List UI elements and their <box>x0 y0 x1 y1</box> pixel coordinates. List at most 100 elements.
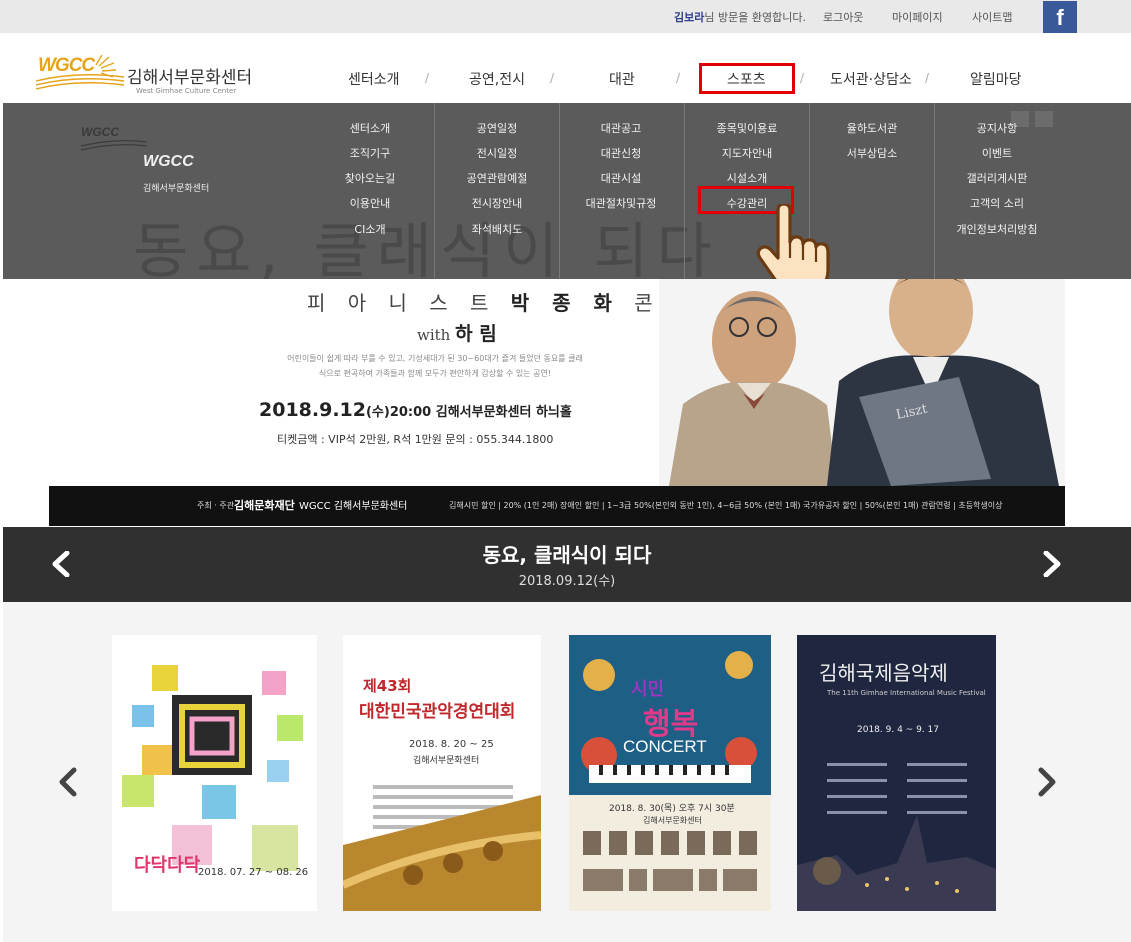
poster-2-edition: 제43회 <box>363 677 412 695</box>
nav-separator: / <box>925 71 930 85</box>
poster-1-title: 다닥다닥 <box>134 855 201 876</box>
facebook-icon[interactable]: f <box>1043 1 1077 33</box>
poster-3-title-c: CONCERT <box>623 737 707 756</box>
menu-item[interactable]: 조직기구 <box>350 145 390 161</box>
poster-music-festival[interactable]: 김해국제음악제 The 11th Gimhae International Mu… <box>797 635 996 911</box>
menu-item[interactable]: 대관신청 <box>601 145 641 161</box>
slider-next-square[interactable] <box>1035 111 1053 127</box>
sponsor-strip: 주최 · 주관 김해문화재단 WGCC 김해서부문화센터 김해시민 할인 | 2… <box>49 486 1065 526</box>
hero-date-time: (수)20:00 김해서부문화센터 하늬홀 <box>365 405 572 420</box>
menu-item[interactable]: 종목및이용료 <box>717 120 778 136</box>
menu-logo-mark: WGCC <box>143 153 194 170</box>
welcome-suffix: 님 방문을 환영합니다. <box>704 11 806 24</box>
hero-banner[interactable]: 피 아 니 스 트 박 종 화 콘 서 트 with 하 림 어린이들이 쉽게 … <box>49 279 1065 486</box>
menu-column-divider <box>434 103 435 279</box>
menu-item[interactable]: 시설소개 <box>727 170 767 186</box>
sitemap-link[interactable]: 사이트맵 <box>972 9 1012 25</box>
menu-logo-name: 김해서부문화센터 <box>143 184 210 194</box>
nav-separator: / <box>550 71 555 85</box>
menu-column-divider <box>559 103 560 279</box>
hero-title-prefix: 피 아 니 스 트 <box>307 291 511 315</box>
menu-item[interactable]: 대관공고 <box>601 120 641 136</box>
logo-mark: WGCC <box>38 55 95 76</box>
logout-link[interactable]: 로그아웃 <box>823 9 863 25</box>
sponsor-org-1: 김해문화재단 <box>234 499 295 512</box>
menu-logo-small-mark: WGCC <box>81 125 119 139</box>
menu-item[interactable]: 대관시설 <box>601 170 641 186</box>
menu-item[interactable]: 대관절차및규정 <box>586 195 657 211</box>
welcome-message: 김보라님 방문을 환영합니다. <box>674 9 806 25</box>
menu-item[interactable]: 센터소개 <box>350 120 390 136</box>
poster-wind-contest[interactable]: 제43회 대한민국관악경연대회 2018. 8. 20 ~ 25 김해서부문화센… <box>343 635 541 911</box>
menu-item[interactable]: 좌석배치도 <box>472 221 523 237</box>
chevron-left-icon[interactable] <box>57 767 79 797</box>
menu-item[interactable]: 이용안내 <box>350 195 390 211</box>
poster-2-title: 대한민국관악경연대회 <box>359 702 516 722</box>
poster-1-dates: 2018. 07. 27 ~ 08. 26 <box>198 867 309 878</box>
banner-caption-title: 동요, 클래식이 되다 <box>482 543 652 567</box>
chevron-right-icon[interactable] <box>1038 551 1064 577</box>
menu-item[interactable]: 찾아오는길 <box>345 170 396 186</box>
performers-photo: Liszt <box>659 279 1065 486</box>
nav-library[interactable]: 도서관·상담소 <box>830 69 912 89</box>
page: 김보라님 방문을 환영합니다. 로그아웃 마이페이지 사이트맵 f WGCC 김… <box>0 0 1131 942</box>
sponsor-discounts: 김해시민 할인 | 20% (1인 2매) 장애인 할인 | 1~3급 50%(… <box>449 501 1003 510</box>
nav-sports[interactable]: 스포츠 <box>727 69 766 89</box>
nav-center-intro[interactable]: 센터소개 <box>348 69 400 89</box>
poster-3-title-a: 시민 <box>631 679 665 700</box>
menu-column-divider <box>934 103 935 279</box>
poster-citizen-concert[interactable]: 시민 행복 CONCERT 2018. 8. 30(목) 오후 7시 30분 김… <box>569 635 771 911</box>
menu-logo-small: WGCC <box>80 125 148 151</box>
poster-3-dates: 2018. 8. 30(목) 오후 7시 30분 <box>609 804 735 814</box>
menu-item[interactable]: 고객의 소리 <box>970 195 1024 211</box>
menu-item[interactable]: 전시일정 <box>477 145 517 161</box>
nav-separator: / <box>800 71 805 85</box>
menu-item[interactable]: 전시장안내 <box>472 195 523 211</box>
menu-item[interactable]: CI소개 <box>354 221 385 237</box>
poster-gallery: 다닥다닥 2018. 07. 27 ~ 08. 26 제43회 대한민국관악경연… <box>3 602 1131 942</box>
hero-subtitle: with 하 림 <box>417 319 497 346</box>
logo-name: 김해서부문화센터 <box>127 68 253 88</box>
menu-item[interactable]: 지도자안내 <box>722 145 773 161</box>
sponsor-org-2: WGCC 김해서부문화센터 <box>299 501 408 512</box>
menu-item[interactable]: 이벤트 <box>982 145 1012 161</box>
poster-3-venue: 김해서부문화센터 <box>643 816 702 825</box>
hero-description: 어린이들이 쉽게 따라 부를 수 있고, 기성세대가 된 30~60대가 즐겨 … <box>287 354 583 378</box>
menu-item[interactable]: 갤러리게시판 <box>967 170 1028 186</box>
logo-english: West Gimhae Culture Center <box>136 87 237 95</box>
nav-rental[interactable]: 대관 <box>609 69 635 89</box>
nav-notice[interactable]: 알림마당 <box>970 69 1022 89</box>
hero-sub-with: with <box>417 326 456 344</box>
menu-item[interactable]: 공지사항 <box>977 120 1017 136</box>
poster-4-artwork <box>797 763 996 911</box>
menu-item[interactable]: 율하도서관 <box>847 120 898 136</box>
poster-4-english: The 11th Gimhae International Music Fest… <box>827 689 986 697</box>
mega-menu: 동요, 클래식이 되다 WGCC WGCC 김해서부문화센터 센터소개 조직기구… <box>3 103 1131 287</box>
menu-item[interactable]: 개인정보처리방침 <box>957 221 1038 237</box>
menu-item[interactable]: 공연관람예절 <box>467 170 528 186</box>
banner-caption-date: 2018.09.12(수) <box>518 574 616 589</box>
sponsor-host-label: 주최 · 주관 <box>197 501 235 510</box>
poster-2-artwork <box>343 785 541 911</box>
banner-caption-bar: 동요, 클래식이 되다 2018.09.12(수) <box>3 527 1131 602</box>
menu-column-divider <box>684 103 685 279</box>
hero-date: 2018.9.12(수)20:00 김해서부문화센터 하늬홀 <box>259 399 572 421</box>
site-header: WGCC 김해서부문화센터 West Gimhae Culture Center… <box>0 33 1131 103</box>
poster-dadakdadak[interactable]: 다닥다닥 2018. 07. 27 ~ 08. 26 <box>112 635 317 911</box>
menu-item[interactable]: 서부상담소 <box>847 145 898 161</box>
site-logo[interactable]: WGCC 김해서부문화센터 West Gimhae Culture Center <box>36 51 266 95</box>
nav-separator: / <box>676 71 681 85</box>
poster-2-dates: 2018. 8. 20 ~ 25 <box>409 739 494 750</box>
chevron-right-icon[interactable] <box>1036 767 1058 797</box>
user-name: 김보라 <box>674 11 705 24</box>
menu-watermark: 동요, 클래식이 되다 <box>133 217 720 287</box>
poster-2-venue: 김해서부문화센터 <box>413 756 480 766</box>
hero-ticket-info: 티켓금액 : VIP석 2만원, R석 1만원 문의 : 055.344.180… <box>277 433 554 446</box>
poster-3-artwork <box>569 635 771 911</box>
hero-sub-name: 하 림 <box>455 323 497 345</box>
poster-4-dates: 2018. 9. 4 ~ 9. 17 <box>857 725 939 735</box>
mypage-link[interactable]: 마이페이지 <box>892 9 943 25</box>
nav-separator: / <box>425 71 430 85</box>
nav-performance[interactable]: 공연,전시 <box>469 69 525 89</box>
menu-item[interactable]: 공연일정 <box>477 120 517 136</box>
